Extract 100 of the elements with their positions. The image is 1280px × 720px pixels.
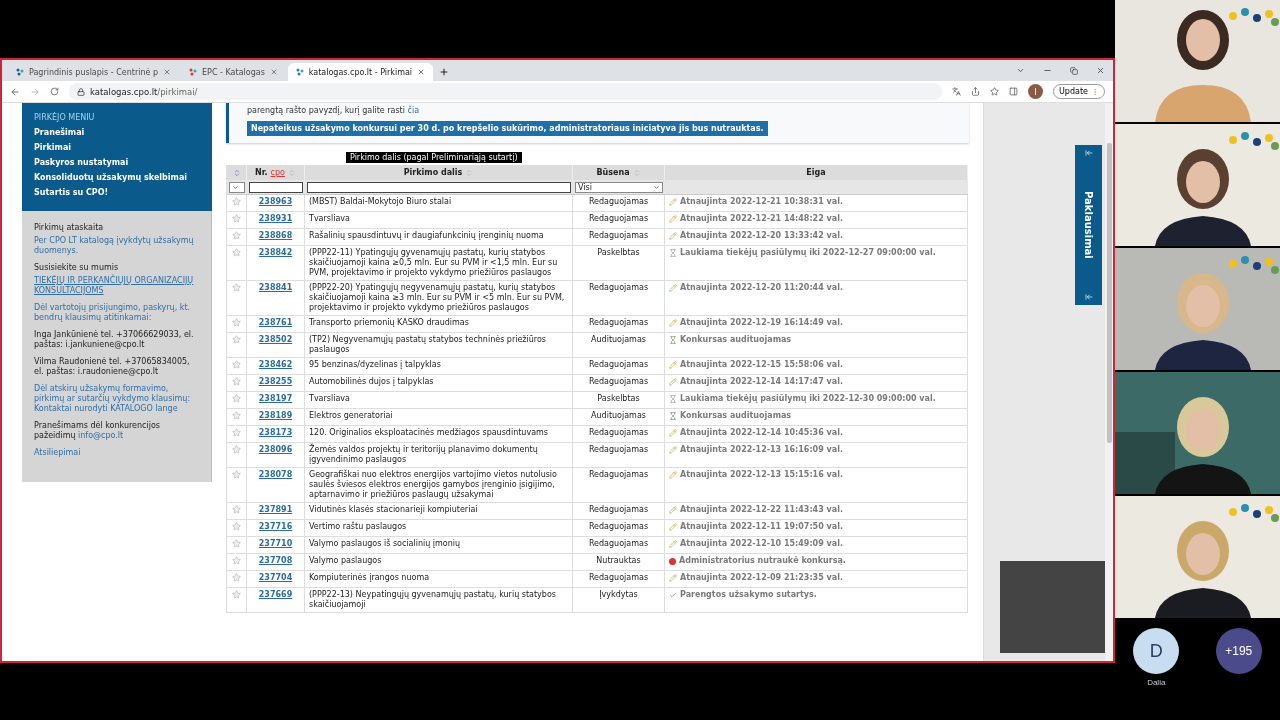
new-tab-icon[interactable] bbox=[439, 67, 450, 77]
star-icon[interactable] bbox=[232, 283, 241, 292]
browser-tab[interactable]: Pagrindinis puslapis - Centrinė p bbox=[8, 63, 180, 81]
star-icon[interactable] bbox=[232, 335, 241, 344]
browser-tab[interactable]: katalogas.cpo.lt - Pirkimai bbox=[287, 63, 434, 81]
order-number-link[interactable]: 238462 bbox=[258, 360, 293, 369]
star-icon[interactable] bbox=[232, 470, 241, 479]
star-icon[interactable] bbox=[232, 377, 241, 386]
chevron-icon[interactable] bbox=[1016, 66, 1025, 75]
star-icon[interactable] bbox=[232, 445, 241, 454]
sort-icon[interactable] bbox=[232, 168, 241, 177]
info-link[interactable]: Dėl vartotojų prisijungimo, paskyrų, kt. bendrų klausimų atitinkamai: bbox=[34, 303, 199, 323]
menu-item[interactable]: Konsoliduotų užsakymų skelbimai bbox=[34, 173, 200, 182]
cpo-link[interactable]: cpo bbox=[270, 168, 285, 177]
order-number-link[interactable]: 238842 bbox=[258, 248, 293, 257]
bookmark-icon[interactable] bbox=[990, 87, 999, 96]
reload-icon[interactable] bbox=[50, 87, 59, 96]
column-header[interactable]: Būsena bbox=[573, 165, 665, 180]
close-icon[interactable] bbox=[1096, 66, 1105, 75]
star-icon[interactable] bbox=[232, 248, 241, 257]
browser-tab[interactable]: EPC - Katalogas bbox=[181, 63, 286, 81]
info-link[interactable]: Atsiliepimai bbox=[34, 448, 199, 458]
questions-tab[interactable]: Paklausimai bbox=[1075, 145, 1102, 305]
status-filter-select[interactable]: Visi bbox=[575, 181, 663, 193]
info-link[interactable]: Dėl atskirų užsakymų formavimo, pirkimų ar sutarčių vykdymo klausimų: Kontaktai nurodyti KATALOGO lange bbox=[34, 384, 199, 414]
table-cell: Redaguojamas bbox=[573, 537, 665, 554]
star-icon[interactable] bbox=[232, 318, 241, 327]
menu-item[interactable]: Pirkimai bbox=[34, 143, 200, 152]
star-icon[interactable] bbox=[232, 539, 241, 548]
order-number-link[interactable]: 238761 bbox=[258, 318, 293, 327]
share-icon[interactable] bbox=[971, 87, 980, 96]
order-number-link[interactable]: 238502 bbox=[258, 335, 293, 344]
update-button[interactable]: Update bbox=[1053, 84, 1105, 99]
title-filter-field[interactable] bbox=[307, 181, 571, 193]
order-number-link[interactable]: 237710 bbox=[258, 539, 293, 548]
order-number-link[interactable]: 237716 bbox=[258, 522, 293, 531]
star-icon[interactable] bbox=[232, 197, 241, 206]
column-header[interactable]: Pirkimo dalis bbox=[305, 165, 573, 180]
order-number-link[interactable]: 238841 bbox=[258, 283, 293, 292]
sort-icon[interactable] bbox=[632, 168, 641, 177]
star-icon[interactable] bbox=[232, 360, 241, 369]
table-cell: (MBST) Baldai-Mokytojo Biuro stalai bbox=[305, 195, 573, 212]
star-icon[interactable] bbox=[232, 505, 241, 514]
favicon-icon bbox=[295, 68, 304, 76]
star-icon[interactable] bbox=[232, 394, 241, 403]
notice-link[interactable]: čia bbox=[407, 106, 420, 115]
restore-icon[interactable] bbox=[1070, 66, 1078, 75]
order-number-link[interactable]: 237708 bbox=[258, 556, 293, 565]
star-icon[interactable] bbox=[232, 522, 241, 531]
number-filter-field[interactable] bbox=[249, 181, 303, 193]
translate-icon[interactable] bbox=[952, 87, 961, 96]
table-cell: Automobilinės dujos į talpyklas bbox=[305, 375, 573, 392]
sort-icon[interactable] bbox=[465, 168, 474, 177]
table-cell: (PPP22-13) Neypatingųjų gyvenamųjų pastatų, kurių statybos skaičiuojamoji bbox=[305, 588, 573, 613]
menu-item[interactable]: Paskyros nustatymai bbox=[34, 158, 200, 167]
star-icon[interactable] bbox=[232, 231, 241, 240]
table-cell: Redaguojamas bbox=[573, 375, 665, 392]
column-header[interactable]: Nr. cpo bbox=[247, 165, 305, 180]
email-link[interactable]: info@cpo.lt bbox=[78, 431, 124, 440]
table-cell: Paskelbtas bbox=[573, 246, 665, 281]
star-icon[interactable] bbox=[232, 573, 241, 582]
order-number-link[interactable]: 238868 bbox=[258, 231, 293, 240]
star-icon[interactable] bbox=[232, 590, 241, 599]
order-number-link[interactable]: 238963 bbox=[258, 197, 293, 206]
close-icon[interactable] bbox=[269, 68, 278, 76]
info-link[interactable]: Per CPO LT katalogą įvykdytų užsakymų duomenys. bbox=[34, 236, 199, 256]
address-field[interactable]: katalogas.cpo.lt/pirkimai/ bbox=[69, 83, 942, 100]
menu-item[interactable]: Sutartis su CPO! bbox=[34, 188, 200, 197]
close-icon[interactable] bbox=[163, 68, 172, 76]
lock-icon bbox=[77, 87, 85, 96]
order-number-link[interactable]: 238255 bbox=[258, 377, 293, 386]
order-number-link[interactable]: 237704 bbox=[258, 573, 293, 582]
order-number-link[interactable]: 237669 bbox=[258, 590, 293, 599]
pencil-icon bbox=[669, 378, 677, 386]
pencil-icon bbox=[669, 446, 677, 454]
star-icon[interactable] bbox=[232, 556, 241, 565]
column-header[interactable]: Eiga bbox=[665, 165, 968, 180]
participant-avatar[interactable]: D bbox=[1133, 628, 1180, 674]
star-icon[interactable] bbox=[232, 428, 241, 437]
star-icon[interactable] bbox=[232, 214, 241, 223]
forward-icon[interactable] bbox=[30, 86, 40, 97]
side-panel-icon[interactable] bbox=[1009, 87, 1018, 96]
profile-avatar[interactable]: I bbox=[1028, 84, 1043, 99]
order-number-link[interactable]: 238931 bbox=[258, 214, 293, 223]
back-icon[interactable] bbox=[10, 86, 20, 97]
order-number-link[interactable]: 238173 bbox=[258, 428, 293, 437]
more-participants-button[interactable]: +195 bbox=[1215, 628, 1262, 674]
order-number-link[interactable]: 238078 bbox=[258, 470, 293, 479]
close-icon[interactable] bbox=[417, 68, 426, 76]
progress-text: Atnaujinta 2022-12-13 16:16:09 val. bbox=[669, 445, 963, 455]
table-cell: Geografiškai nuo elektros energijos vartojimo vietos nutolusio saulės šviesos elektros energijos gamybos įrenginio įsigijimo, aptarnavimo ir priežiūros paslaugų užsakymai bbox=[305, 468, 573, 503]
menu-item[interactable]: Pranešimai bbox=[34, 128, 200, 137]
order-number-link[interactable]: 238096 bbox=[258, 445, 293, 454]
consultations-link[interactable]: TIEKĖJŲ IR PERKANČIŲJŲ ORGANIZACIJŲ KONSULTACIJOMS bbox=[34, 276, 199, 296]
order-number-link[interactable]: 238189 bbox=[258, 411, 293, 420]
star-icon[interactable] bbox=[232, 411, 241, 420]
sort-icon[interactable] bbox=[287, 168, 296, 177]
order-number-link[interactable]: 237891 bbox=[258, 505, 293, 514]
order-number-link[interactable]: 238197 bbox=[258, 394, 293, 403]
filter-select[interactable] bbox=[229, 181, 245, 193]
